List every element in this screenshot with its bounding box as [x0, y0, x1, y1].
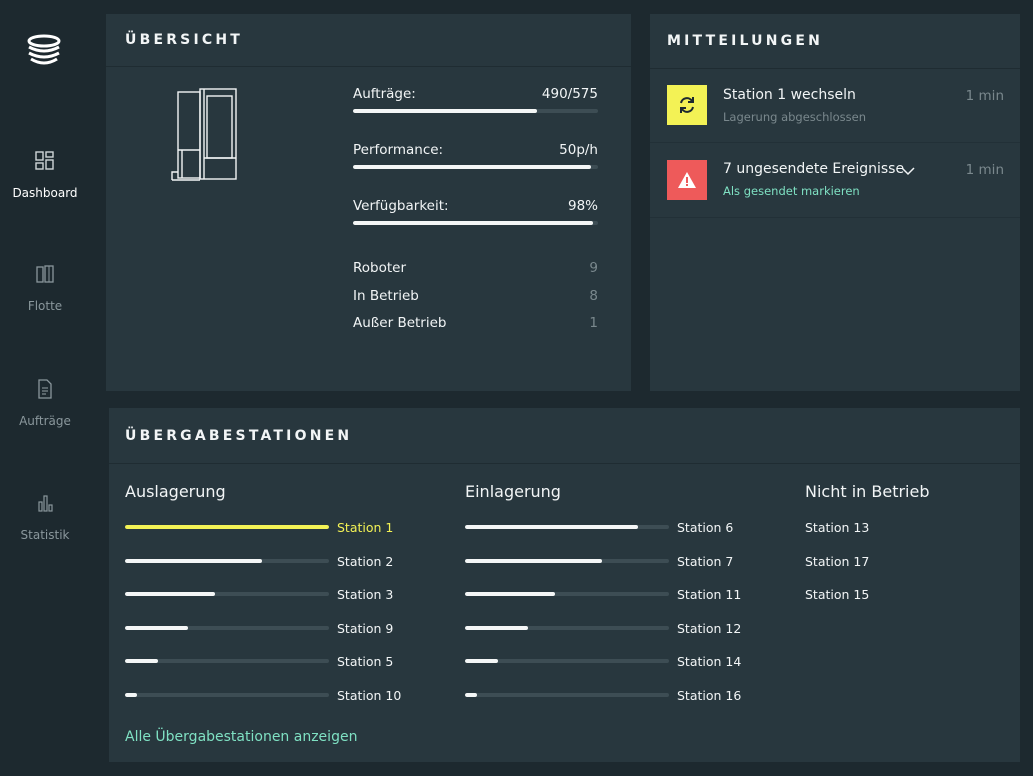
station-progress-bar: [125, 693, 329, 697]
station-progress-bar: [465, 525, 669, 529]
station-name: Station 11: [677, 586, 742, 602]
messages-title: MITTEILUNGEN: [650, 14, 1020, 69]
stat-label: Roboter: [353, 260, 407, 276]
station-progress-bar: [125, 626, 329, 630]
station-progress-bar: [125, 592, 329, 596]
station-row[interactable]: Station 3: [125, 586, 394, 602]
station-row[interactable]: Station 7: [465, 553, 734, 569]
stat-label: Außer Betrieb: [353, 315, 447, 331]
sidebar-item-label: Statistik: [20, 528, 70, 542]
progress-bar: [353, 221, 598, 225]
messages-card: MITTEILUNGEN Station 1 wechseln Lagerung…: [650, 14, 1020, 391]
show-all-stations-link[interactable]: Alle Übergabestationen anzeigen: [125, 729, 357, 745]
sidebar-item-label: Aufträge: [19, 414, 71, 428]
overview-card: ÜBERSICHT Aufträge: 490/575 Performance:…: [106, 14, 631, 391]
message-item[interactable]: Station 1 wechseln Lagerung abgeschlosse…: [650, 69, 1020, 143]
stat-value: 8: [589, 288, 598, 304]
station-row[interactable]: Station 16: [465, 687, 742, 703]
station-name: Station 5: [337, 653, 394, 669]
station-name[interactable]: Station 13: [805, 520, 869, 535]
metric-value: 98%: [567, 198, 598, 214]
chevron-down-icon[interactable]: [901, 166, 915, 176]
metric-label: Performance:: [353, 142, 444, 158]
station-name: Station 9: [337, 620, 394, 636]
station-row[interactable]: Station 10: [125, 687, 402, 703]
overview-title: ÜBERSICHT: [106, 14, 631, 67]
warning-icon: [667, 160, 707, 200]
sidebar-item-label: Dashboard: [12, 186, 78, 200]
metric-label: Aufträge:: [353, 86, 416, 102]
station-row[interactable]: Station 9: [125, 620, 394, 636]
sidebar-item-statistik[interactable]: Statistik: [0, 492, 90, 543]
stat-value: 1: [589, 315, 598, 331]
metric-value: 490/575: [541, 86, 598, 102]
station-row[interactable]: Station 6: [465, 519, 734, 535]
document-icon: [38, 379, 52, 399]
station-name: Station 6: [677, 519, 734, 535]
station-progress-bar: [125, 659, 329, 663]
metric-performance: Performance: 50p/h: [353, 142, 598, 169]
station-row[interactable]: Station 12: [465, 620, 742, 636]
robot-illustration: [171, 88, 237, 181]
station-progress-bar: [465, 559, 669, 563]
logo-icon[interactable]: [25, 33, 63, 69]
station-progress-bar: [465, 693, 669, 697]
station-name[interactable]: Station 15: [805, 587, 869, 602]
sidebar-item-dashboard[interactable]: Dashboard: [0, 150, 90, 201]
station-progress-bar: [125, 525, 329, 529]
sidebar-item-auftraege[interactable]: Aufträge: [0, 378, 90, 429]
station-name: Station 1: [337, 519, 394, 535]
message-title: Station 1 wechseln: [723, 87, 856, 103]
stations-title: ÜBERGABESTATIONEN: [109, 408, 1020, 464]
station-progress-bar: [465, 592, 669, 596]
station-row[interactable]: Station 14: [465, 653, 742, 669]
sidebar-item-flotte[interactable]: Flotte: [0, 263, 90, 314]
station-name: Station 3: [337, 586, 394, 602]
message-time: 1 min: [965, 88, 1004, 104]
einlagerung-title: Einlagerung: [465, 482, 561, 501]
stat-label: In Betrieb: [353, 288, 419, 304]
sidebar: Dashboard Flotte Aufträge Statistik: [0, 0, 90, 776]
station-name: Station 10: [337, 687, 402, 703]
progress-bar: [353, 165, 598, 169]
metric-verfuegbarkeit: Verfügbarkeit: 98%: [353, 198, 598, 225]
stations-card: ÜBERGABESTATIONEN Auslagerung Einlagerun…: [109, 408, 1020, 762]
message-title: 7 ungesendete Ereignisse: [723, 161, 905, 177]
sync-icon: [667, 85, 707, 125]
station-row[interactable]: Station 1: [125, 519, 394, 535]
fleet-icon: [36, 265, 54, 283]
stat-ausser-betrieb: Außer Betrieb 1: [353, 315, 598, 331]
stat-roboter: Roboter 9: [353, 260, 598, 276]
station-name: Station 7: [677, 553, 734, 569]
station-row[interactable]: Station 2: [125, 553, 394, 569]
progress-bar: [353, 109, 598, 113]
metric-auftraege: Aufträge: 490/575: [353, 86, 598, 113]
station-progress-bar: [465, 659, 669, 663]
metric-label: Verfügbarkeit:: [353, 198, 449, 214]
message-item[interactable]: 7 ungesendete Ereignisse Als gesendet ma…: [650, 143, 1020, 218]
station-name: Station 16: [677, 687, 742, 703]
auslagerung-title: Auslagerung: [125, 482, 226, 501]
stat-in-betrieb: In Betrieb 8: [353, 288, 598, 304]
station-row[interactable]: Station 5: [125, 653, 394, 669]
sidebar-item-label: Flotte: [27, 299, 63, 313]
message-time: 1 min: [965, 162, 1004, 178]
station-name[interactable]: Station 17: [805, 554, 869, 569]
station-name: Station 14: [677, 653, 742, 669]
station-name: Station 2: [337, 553, 394, 569]
message-subtitle: Lagerung abgeschlossen: [723, 110, 866, 124]
dashboard-grid-icon: [35, 151, 54, 170]
stat-value: 9: [589, 260, 598, 276]
bar-chart-icon: [38, 495, 53, 512]
station-row[interactable]: Station 11: [465, 586, 742, 602]
metric-value: 50p/h: [559, 142, 598, 158]
mark-as-sent-link[interactable]: Als gesendet markieren: [723, 184, 860, 198]
station-progress-bar: [465, 626, 669, 630]
nicht-in-betrieb-title: Nicht in Betrieb: [805, 482, 930, 501]
station-name: Station 12: [677, 620, 742, 636]
station-progress-bar: [125, 559, 329, 563]
